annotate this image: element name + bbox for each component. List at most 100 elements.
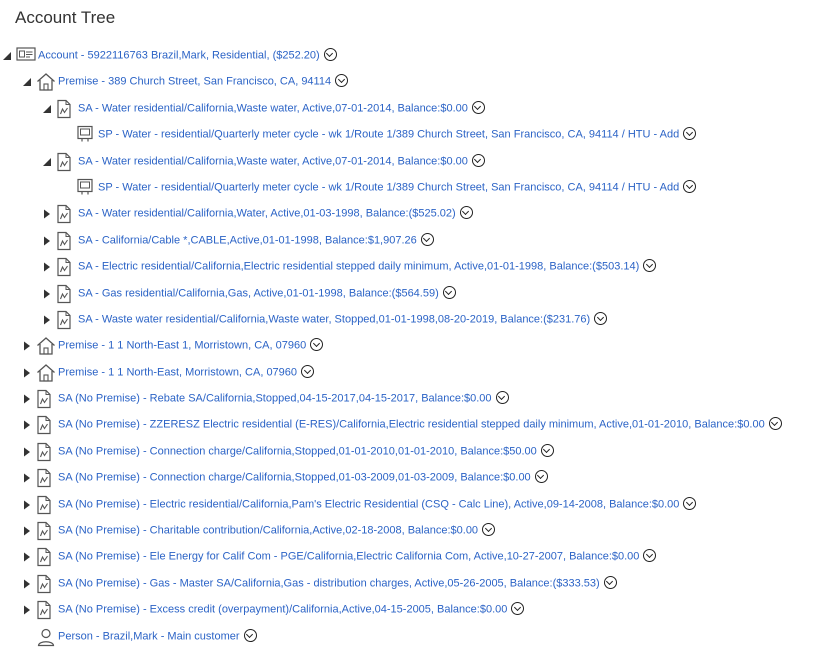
document-icon	[56, 257, 76, 277]
tree-node-link[interactable]: SA - Water residential/California,Waste …	[78, 100, 485, 115]
document-icon	[36, 415, 56, 435]
tree-row: Premise - 1 1 North-East 1, Morristown, …	[0, 333, 840, 359]
collapsed-triangle-icon[interactable]	[42, 262, 52, 272]
tree-node-link[interactable]: SA (No Premise) - Rebate SA/California,S…	[58, 391, 509, 405]
meter-icon	[76, 125, 96, 145]
collapsed-triangle-icon[interactable]	[42, 209, 52, 219]
collapsed-triangle-icon[interactable]	[42, 236, 52, 246]
collapsed-triangle-icon[interactable]	[42, 289, 52, 299]
expanded-triangle-icon[interactable]	[2, 51, 12, 61]
tree-row: SA (No Premise) - Connection charge/Cali…	[0, 439, 840, 465]
tree-node-link[interactable]: SA - California/Cable *,CABLE,Active,01-…	[78, 232, 434, 247]
collapsed-triangle-icon[interactable]	[22, 500, 32, 510]
document-icon	[36, 574, 56, 594]
tree-row: SA - Water residential/California,Waste …	[0, 149, 840, 175]
chevron-down-icon[interactable]	[683, 127, 697, 141]
account-card-icon	[16, 46, 36, 66]
chevron-down-icon[interactable]	[683, 179, 697, 193]
expanded-triangle-icon[interactable]	[22, 77, 32, 87]
chevron-down-icon[interactable]	[420, 232, 434, 246]
chevron-down-icon[interactable]	[442, 285, 456, 299]
tree-node-link[interactable]: SA - Electric residential/California,Ele…	[78, 259, 657, 273]
expanded-triangle-icon[interactable]	[42, 157, 52, 167]
collapsed-triangle-icon[interactable]	[42, 315, 52, 325]
document-icon	[56, 231, 76, 251]
collapsed-triangle-icon[interactable]	[22, 341, 32, 351]
collapsed-triangle-icon[interactable]	[22, 473, 32, 483]
tree-node-link[interactable]: Account - 5922116763 Brazil,Mark, Reside…	[38, 48, 337, 62]
tree-node-link[interactable]: SP - Water - residential/Quarterly meter…	[98, 179, 697, 194]
collapsed-triangle-icon[interactable]	[22, 526, 32, 536]
collapsed-triangle-icon[interactable]	[22, 368, 32, 378]
chevron-down-icon[interactable]	[471, 153, 485, 167]
collapsed-triangle-icon[interactable]	[22, 447, 32, 457]
tree-node-link[interactable]: Premise - 1 1 North-East 1, Morristown, …	[58, 338, 324, 352]
document-icon	[36, 600, 56, 620]
tree-node-link[interactable]: SA - Water residential/California,Water,…	[78, 206, 473, 220]
tree-row: SA - Electric residential/California,Ele…	[0, 254, 840, 280]
house-icon	[36, 72, 56, 92]
tree-node-link[interactable]: SA (No Premise) - Connection charge/Cali…	[58, 470, 548, 484]
chevron-down-icon[interactable]	[643, 549, 657, 563]
tree-node-link[interactable]: SA - Water residential/California,Waste …	[78, 153, 485, 168]
page-title: Account Tree	[15, 8, 116, 27]
chevron-down-icon[interactable]	[459, 206, 473, 220]
document-icon	[56, 284, 76, 304]
tree-node-link[interactable]: Person - Brazil,Mark - Main customer	[58, 628, 257, 643]
collapsed-triangle-icon[interactable]	[22, 605, 32, 615]
chevron-down-icon[interactable]	[301, 364, 315, 378]
tree-row: SA (No Premise) - Rebate SA/California,S…	[0, 386, 840, 412]
document-icon	[36, 521, 56, 541]
tree-node-link[interactable]: SA (No Premise) - Connection charge/Cali…	[58, 443, 554, 458]
tree-row: SA (No Premise) - ZZERESZ Electric resid…	[0, 412, 840, 438]
chevron-down-icon[interactable]	[540, 443, 554, 457]
chevron-down-icon[interactable]	[534, 470, 548, 484]
chevron-down-icon[interactable]	[471, 100, 485, 114]
tree-row: SP - Water - residential/Quarterly meter…	[0, 122, 840, 148]
tree-node-link[interactable]: SP - Water - residential/Quarterly meter…	[98, 127, 697, 141]
document-icon	[36, 442, 56, 462]
collapsed-triangle-icon[interactable]	[22, 420, 32, 430]
chevron-down-icon[interactable]	[323, 48, 337, 61]
tree-node-link[interactable]: SA - Waste water residential/California,…	[78, 311, 608, 326]
tree-node-link[interactable]: SA (No Premise) - Gas - Master SA/Califo…	[58, 575, 617, 590]
tree-node-link[interactable]: SA (No Premise) - ZZERESZ Electric resid…	[58, 417, 782, 431]
chevron-down-icon[interactable]	[511, 602, 525, 616]
tree-node-link[interactable]: SA (No Premise) - Electric residential/C…	[58, 496, 697, 511]
document-icon	[56, 310, 76, 330]
expanded-triangle-icon[interactable]	[42, 104, 52, 114]
chevron-down-icon[interactable]	[603, 575, 617, 589]
tree-node-link[interactable]: SA (No Premise) - Charitable contributio…	[58, 523, 496, 537]
tree-node-link[interactable]: SA (No Premise) - Ele Energy for Calif C…	[58, 549, 657, 563]
tree-node-link[interactable]: SA - Gas residential/California,Gas, Act…	[78, 285, 456, 300]
house-icon	[36, 336, 56, 356]
document-icon	[56, 152, 76, 172]
tree-row: Person - Brazil,Mark - Main customer	[0, 624, 840, 650]
collapsed-triangle-icon[interactable]	[22, 394, 32, 404]
tree-row: Account - 5922116763 Brazil,Mark, Reside…	[0, 43, 840, 69]
tree-row: Premise - 1 1 North-East, Morristown, CA…	[0, 360, 840, 386]
tree-node-link[interactable]: Premise - 389 Church Street, San Francis…	[58, 74, 349, 88]
document-icon	[36, 495, 56, 515]
tree-node-link[interactable]: SA (No Premise) - Excess credit (overpay…	[58, 602, 525, 616]
chevron-down-icon[interactable]	[482, 523, 496, 537]
chevron-down-icon[interactable]	[243, 628, 257, 642]
collapsed-triangle-icon[interactable]	[22, 552, 32, 562]
tree-row: Premise - 389 Church Street, San Francis…	[0, 69, 840, 95]
chevron-down-icon[interactable]	[683, 496, 697, 510]
document-icon	[56, 99, 76, 119]
chevron-down-icon[interactable]	[495, 391, 509, 405]
tree-node-link[interactable]: Premise - 1 1 North-East, Morristown, CA…	[58, 364, 315, 379]
document-icon	[36, 468, 56, 488]
chevron-down-icon[interactable]	[594, 311, 608, 325]
collapsed-triangle-icon[interactable]	[22, 579, 32, 589]
chevron-down-icon[interactable]	[768, 417, 782, 431]
document-icon	[36, 389, 56, 409]
document-icon	[36, 547, 56, 567]
chevron-down-icon[interactable]	[643, 259, 657, 273]
chevron-down-icon[interactable]	[335, 74, 349, 88]
person-icon	[36, 627, 56, 647]
tree-row: SA - Waste water residential/California,…	[0, 307, 840, 333]
tree-row: SA (No Premise) - Gas - Master SA/Califo…	[0, 571, 840, 597]
chevron-down-icon[interactable]	[310, 338, 324, 352]
